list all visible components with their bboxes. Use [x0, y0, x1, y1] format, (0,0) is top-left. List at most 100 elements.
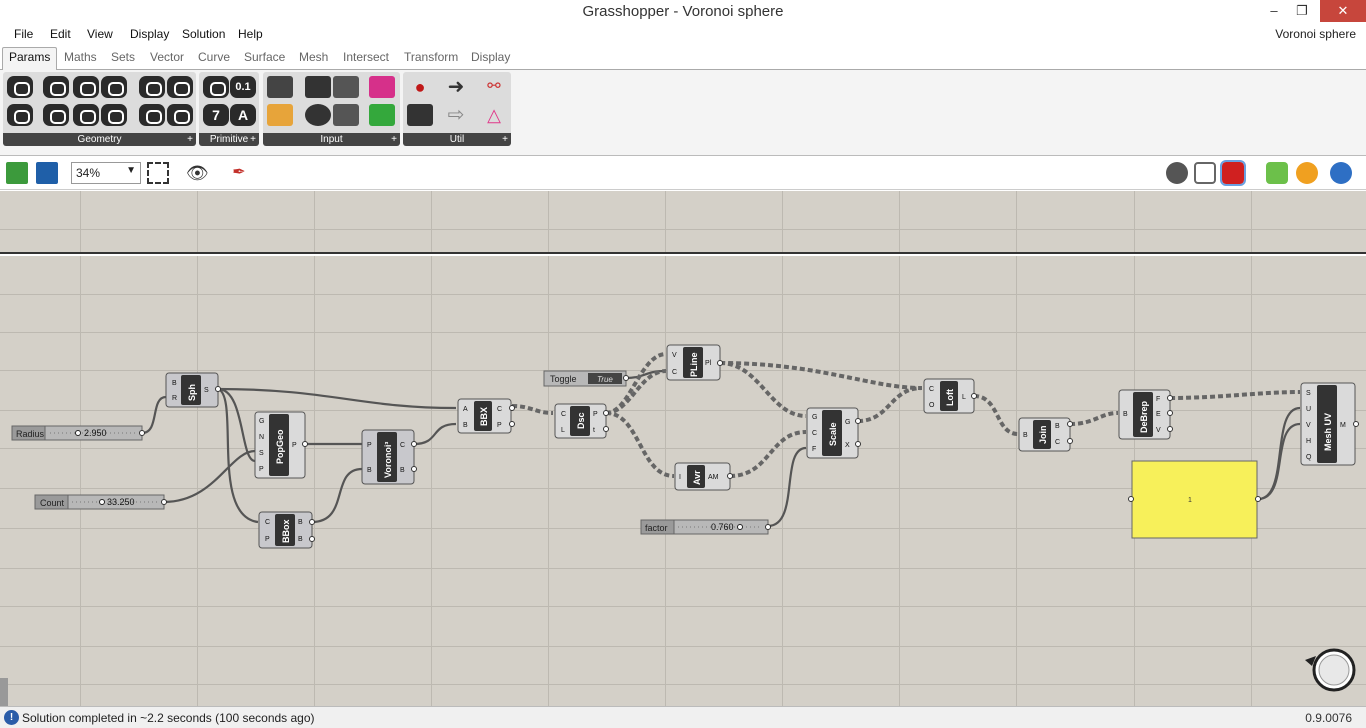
zoom-value: 34%: [76, 166, 101, 180]
input-label: G: [259, 418, 264, 425]
fitness-icon[interactable]: ⚯: [481, 76, 507, 98]
tab-mesh[interactable]: Mesh: [299, 50, 328, 64]
gradient-icon[interactable]: [333, 76, 359, 98]
voronoi-3d-component[interactable]: Voronoi³ P B C B: [361, 429, 417, 485]
menu-solution[interactable]: Solution: [182, 27, 225, 41]
join-breps-component[interactable]: Join B B C: [1018, 417, 1073, 452]
preview-selected-icon[interactable]: [1220, 160, 1246, 186]
galapagos-flask-icon[interactable]: △: [481, 104, 507, 126]
cherry-picker-icon[interactable]: ●: [407, 76, 433, 98]
polyline-component[interactable]: PLine V C Pl: [666, 344, 723, 381]
factor-slider[interactable]: factor 0.760: [640, 519, 771, 535]
zoom-select[interactable]: 34% ▼: [71, 162, 141, 184]
populate-geometry-component[interactable]: PopGeo G N S P P: [254, 411, 308, 479]
display-mode-icon[interactable]: [1330, 162, 1352, 184]
geometry-param-icon[interactable]: [139, 104, 165, 126]
output-label: F: [1156, 396, 1160, 403]
input-label: B: [463, 422, 468, 429]
grasshopper-canvas[interactable]: Radius 2.950 Count 33.250 factor 0.760 T…: [0, 256, 1366, 706]
tab-intersect[interactable]: Intersect: [343, 50, 389, 64]
component-tab-bar: Params Maths Sets Vector Curve Surface M…: [0, 46, 1366, 70]
zoom-extents-icon[interactable]: [147, 162, 169, 184]
loft-component[interactable]: Loft C O L: [923, 378, 977, 414]
curve-param-icon[interactable]: [73, 76, 99, 98]
boolean-param-icon[interactable]: [203, 76, 229, 98]
tab-maths[interactable]: Maths: [64, 50, 97, 64]
point-param-icon[interactable]: [7, 76, 33, 98]
input-label: V: [1306, 422, 1311, 429]
bake-icon[interactable]: [1266, 162, 1288, 184]
surface-param-icon[interactable]: [101, 76, 127, 98]
menu-display[interactable]: Display: [130, 27, 169, 41]
scale-component[interactable]: Scale G C F G X: [806, 407, 861, 459]
preview-shaded-icon[interactable]: [1194, 162, 1216, 184]
output-label: V: [1156, 427, 1161, 434]
count-slider[interactable]: Count 33.250: [34, 494, 167, 510]
input-label: B: [1023, 432, 1028, 439]
button-icon[interactable]: [305, 76, 331, 98]
maximize-button[interactable]: ❐: [1288, 0, 1316, 22]
menu-help[interactable]: Help: [238, 27, 263, 41]
input-label: P: [265, 536, 270, 543]
save-file-icon[interactable]: [36, 162, 58, 184]
component-name: BBox: [281, 519, 291, 543]
graph-mapper-icon[interactable]: [267, 104, 293, 126]
minimize-button[interactable]: –: [1260, 0, 1288, 22]
number-param-icon[interactable]: 0.1: [230, 76, 256, 98]
slider-grip[interactable]: [99, 499, 105, 505]
integer-param-icon[interactable]: 7: [203, 104, 229, 126]
circle-param-icon[interactable]: [43, 76, 69, 98]
menu-file[interactable]: File: [14, 27, 33, 41]
tab-params[interactable]: Params: [2, 47, 58, 70]
sphere-component[interactable]: Sph B R S: [165, 372, 221, 408]
colour-swatch-icon[interactable]: [369, 76, 395, 98]
slider-grip[interactable]: [737, 524, 743, 530]
menu-edit[interactable]: Edit: [50, 27, 71, 41]
mesh-uv-component[interactable]: Mesh UV S U V H Q M: [1300, 382, 1359, 466]
box-param-icon[interactable]: [101, 104, 127, 126]
image-sampler-icon[interactable]: [369, 104, 395, 126]
preview-eye-icon[interactable]: 👁: [186, 162, 209, 184]
field-param-icon[interactable]: [167, 104, 193, 126]
text-param-icon[interactable]: A: [230, 104, 256, 126]
slider-grip[interactable]: [75, 430, 81, 436]
brep-param-icon[interactable]: [139, 76, 165, 98]
data-input-icon[interactable]: ⇨: [443, 104, 469, 126]
tab-sets[interactable]: Sets: [111, 50, 135, 64]
average-component[interactable]: Avr I AM: [674, 462, 733, 491]
value-list-icon[interactable]: [333, 104, 359, 126]
canvas-scroll-handle[interactable]: [0, 678, 8, 706]
yellow-panel[interactable]: 1: [1128, 460, 1261, 539]
open-file-icon[interactable]: [6, 162, 28, 184]
output-label: B: [1055, 423, 1060, 430]
tree-icon[interactable]: [407, 104, 433, 126]
preview-wire-icon[interactable]: [1166, 162, 1188, 184]
menu-view[interactable]: View: [87, 27, 113, 41]
tab-vector[interactable]: Vector: [150, 50, 184, 64]
sketch-pen-icon[interactable]: ✒: [228, 162, 250, 184]
tab-curve[interactable]: Curve: [198, 50, 230, 64]
tab-surface[interactable]: Surface: [244, 50, 285, 64]
close-button[interactable]: ✕: [1320, 0, 1366, 22]
brep-box-component[interactable]: BBX A B C P: [457, 398, 515, 434]
discontinuity-component[interactable]: Dsc C L P t: [554, 403, 609, 439]
boolean-toggle[interactable]: Toggle True: [543, 370, 629, 387]
input-label: C: [672, 369, 677, 376]
deconstruct-brep-component[interactable]: DeBrep B F E V: [1118, 389, 1173, 440]
component-name: Join: [1038, 425, 1048, 444]
mesh-param-icon[interactable]: [167, 76, 193, 98]
navigation-compass[interactable]: [1305, 648, 1356, 692]
vector-param-icon[interactable]: [7, 104, 33, 126]
input-label: H: [1306, 438, 1311, 445]
data-output-icon[interactable]: ➜: [443, 76, 469, 98]
tab-display[interactable]: Display: [471, 50, 510, 64]
bounding-box-component[interactable]: BBox C P B B: [258, 511, 315, 549]
tab-transform[interactable]: Transform: [404, 50, 458, 64]
plane-param-icon[interactable]: [73, 104, 99, 126]
control-knob-icon[interactable]: [305, 104, 331, 126]
line-param-icon[interactable]: [43, 104, 69, 126]
material-icon[interactable]: [1296, 162, 1318, 184]
radius-slider[interactable]: Radius 2.950: [11, 425, 145, 441]
import-icon[interactable]: [267, 76, 293, 98]
input-label: L: [561, 427, 565, 434]
